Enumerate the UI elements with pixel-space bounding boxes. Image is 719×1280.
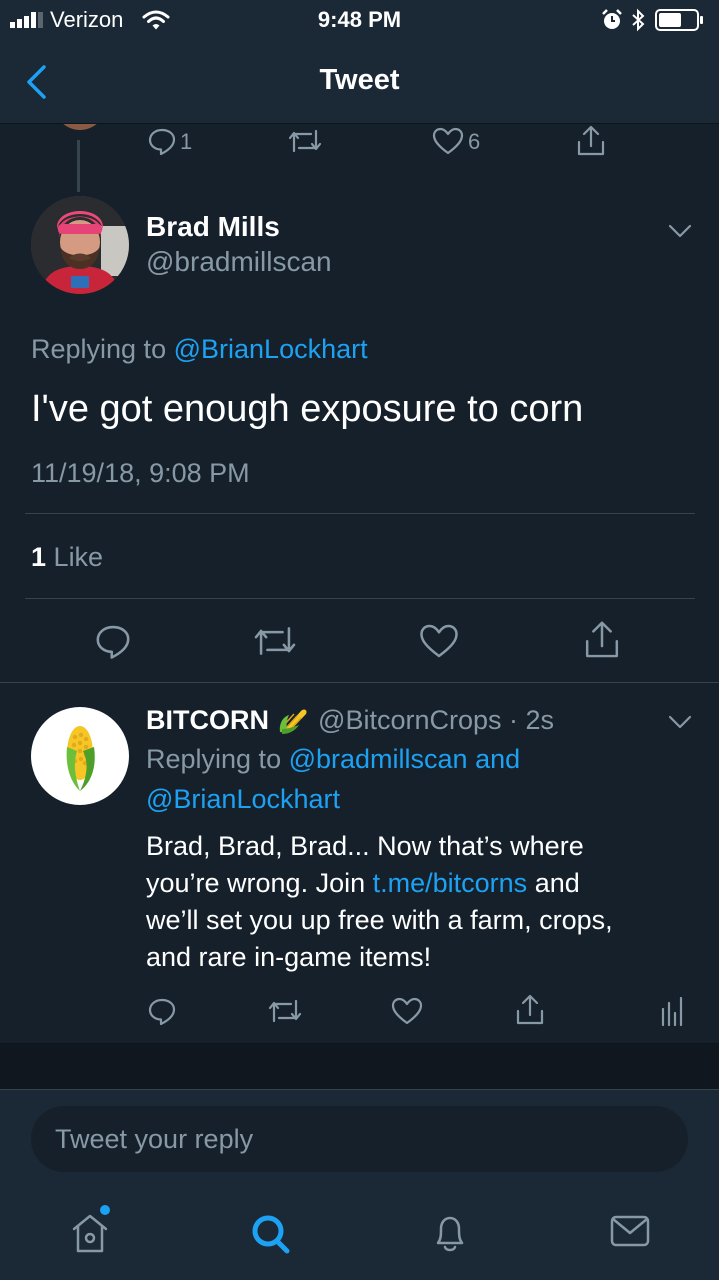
status-bar: Verizon 9:48 PM xyxy=(0,0,719,40)
analytics-icon[interactable] xyxy=(659,995,683,1027)
replying-to-label: Replying to xyxy=(31,334,167,364)
reply-text-line: we’ll set you up free with a farm, crops… xyxy=(146,905,613,935)
divider xyxy=(25,598,695,599)
retweet-icon[interactable] xyxy=(287,126,323,156)
reply-count: 1 xyxy=(180,129,193,154)
tab-bar xyxy=(0,1191,719,1280)
bearded-man-avatar-icon xyxy=(31,196,129,294)
reply-header: BITCORN @BitcornCrops · 2s xyxy=(146,705,554,736)
thread-connector xyxy=(77,140,80,192)
author-avatar[interactable] xyxy=(31,196,129,294)
reply-handle[interactable]: @BitcornCrops xyxy=(318,705,501,735)
reply-text-segment: you’re wrong. Join xyxy=(146,868,373,898)
retweet-icon[interactable] xyxy=(267,996,303,1026)
like-icon[interactable] xyxy=(391,996,423,1026)
replying-to-mention[interactable]: @BrianLockhart xyxy=(146,784,340,815)
reply-tweet[interactable]: BITCORN @BitcornCrops · 2s Replying to @… xyxy=(0,682,719,1044)
nav-title: Tweet xyxy=(319,64,400,96)
share-icon[interactable] xyxy=(514,993,546,1027)
replying-to-line: Replying to @BrianLockhart xyxy=(31,334,368,365)
reply-icon[interactable] xyxy=(94,622,132,660)
replying-to-label: Replying to xyxy=(146,744,282,774)
home-icon xyxy=(72,1205,110,1253)
telegram-link[interactable]: t.me/bitcorns xyxy=(373,868,528,898)
tweet-timestamp: 11/19/18, 9:08 PM xyxy=(31,458,250,488)
chevron-down-icon[interactable] xyxy=(667,713,693,731)
tab-notifications[interactable] xyxy=(420,1201,480,1261)
tab-messages[interactable] xyxy=(600,1201,660,1261)
corn-emoji-icon xyxy=(277,705,311,735)
reply-display-name[interactable]: BITCORN xyxy=(146,705,269,735)
reply-text-line: and rare in-game items! xyxy=(146,942,432,972)
reply-text-segment: and xyxy=(527,868,580,898)
empty-space xyxy=(0,1044,719,1089)
search-icon xyxy=(252,1215,290,1254)
compose-bar xyxy=(0,1089,719,1191)
like-count: 6 xyxy=(468,129,481,154)
likes-count: 1 xyxy=(31,542,47,572)
dot-separator: · xyxy=(509,705,519,735)
replying-to-mention[interactable]: @BrianLockhart xyxy=(174,334,368,364)
replying-to-mentions[interactable]: @bradmillscan and xyxy=(289,744,521,774)
reply-replying-to: Replying to @bradmillscan and xyxy=(146,744,520,775)
like-icon[interactable] xyxy=(432,126,464,156)
tab-home[interactable] xyxy=(60,1201,120,1261)
messages-icon xyxy=(610,1215,650,1247)
alarm-icon xyxy=(602,9,622,29)
chevron-down-icon[interactable] xyxy=(667,222,693,240)
retweet-icon[interactable] xyxy=(252,622,298,660)
divider xyxy=(25,513,695,514)
bitcorn-avatar[interactable] xyxy=(31,707,129,805)
notifications-icon xyxy=(436,1216,464,1252)
tab-search[interactable] xyxy=(241,1201,301,1261)
author-display-name[interactable]: Brad Mills xyxy=(146,211,280,243)
bluetooth-icon xyxy=(632,8,645,32)
likes-summary[interactable]: 1 Like xyxy=(31,542,103,573)
corn-logo-icon xyxy=(66,726,95,791)
reply-icon[interactable] xyxy=(147,126,177,156)
share-icon[interactable] xyxy=(582,619,622,661)
reply-text: Brad, Brad, Brad... Now that’s where you… xyxy=(146,828,613,976)
tweet-text: I've got enough exposure to corn xyxy=(31,388,584,430)
reply-icon[interactable] xyxy=(147,996,177,1026)
share-icon[interactable] xyxy=(575,124,607,158)
reply-input[interactable] xyxy=(31,1106,688,1172)
likes-label: Like xyxy=(53,542,104,572)
like-icon[interactable] xyxy=(419,622,459,660)
reply-text-line: Brad, Brad, Brad... Now that’s where xyxy=(146,831,584,861)
reply-text-line: you’re wrong. Join t.me/bitcorns and xyxy=(146,865,613,902)
reply-age: 2s xyxy=(525,705,555,735)
battery-icon xyxy=(655,9,703,31)
author-handle[interactable]: @bradmillscan xyxy=(146,246,332,278)
